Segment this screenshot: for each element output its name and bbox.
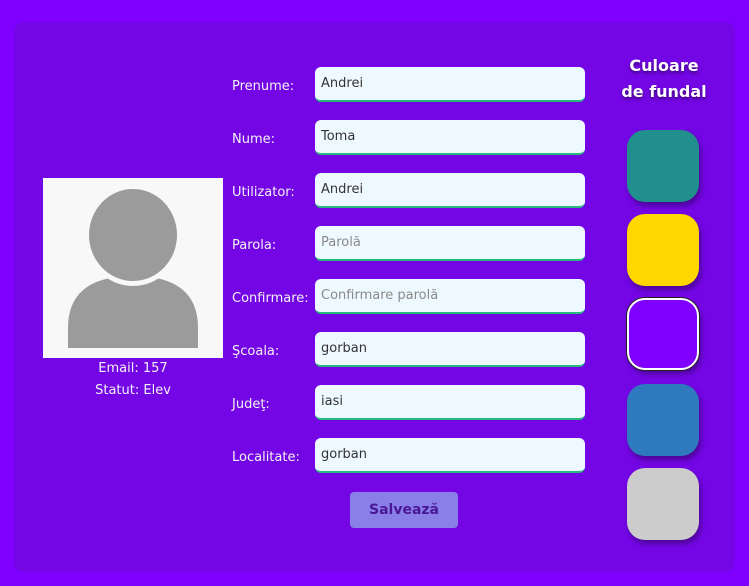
judet-label: Judeţ: xyxy=(232,397,270,412)
parola-label: Parola: xyxy=(232,238,277,253)
scoala-label: Şcoala: xyxy=(232,344,280,359)
password-input[interactable] xyxy=(315,226,585,261)
color-title-line1: Culoare xyxy=(629,56,699,75)
user-silhouette-icon xyxy=(43,178,223,358)
scoala-input[interactable] xyxy=(315,332,585,367)
color-title-line2: de fundal xyxy=(621,82,707,101)
judet-input[interactable] xyxy=(315,385,585,420)
nume-input[interactable] xyxy=(315,120,585,155)
confirmare-label: Confirmare: xyxy=(232,291,309,306)
color-swatch-violet[interactable] xyxy=(627,298,699,370)
color-picker-title: Culoare de fundal xyxy=(612,53,716,105)
nume-label: Nume: xyxy=(232,132,276,147)
utilizator-label: Utilizator: xyxy=(232,185,295,200)
prenume-input[interactable] xyxy=(315,67,585,102)
save-button[interactable]: Salvează xyxy=(350,492,458,528)
prenume-label: Prenume: xyxy=(232,79,295,94)
status-text: Statut: Elev xyxy=(95,383,171,398)
utilizator-input[interactable] xyxy=(315,173,585,208)
localitate-input[interactable] xyxy=(315,438,585,473)
localitate-label: Localitate: xyxy=(232,450,300,465)
confirm-password-input[interactable] xyxy=(315,279,585,314)
email-text: Email: 157 xyxy=(98,361,168,376)
color-swatch-teal[interactable] xyxy=(627,130,699,202)
avatar xyxy=(43,178,223,358)
color-swatch-blue[interactable] xyxy=(627,384,699,456)
color-swatch-yellow[interactable] xyxy=(627,214,699,286)
color-swatch-light-gray[interactable] xyxy=(627,468,699,540)
